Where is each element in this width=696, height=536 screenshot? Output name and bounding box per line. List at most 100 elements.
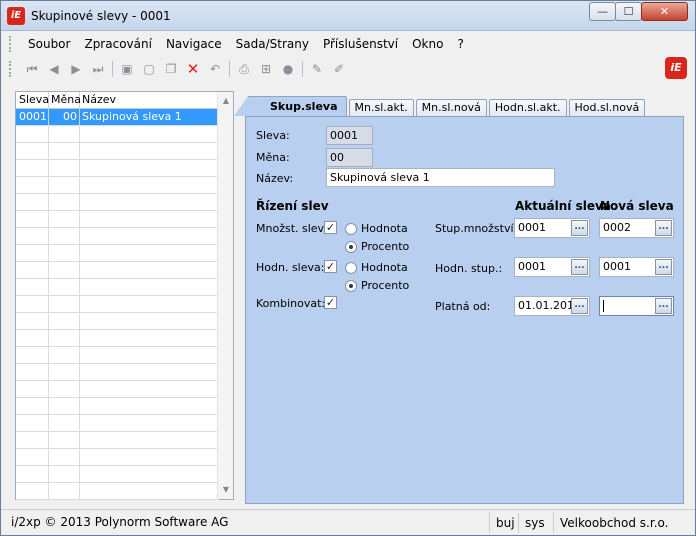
- platna-od-nova-picker-button[interactable]: ...: [655, 298, 672, 314]
- tab-bar: Skup.sleva Mn.sl.akt. Mn.sl.nová Hodn.sl…: [247, 96, 647, 116]
- mnozst-procento-radio[interactable]: [345, 241, 357, 253]
- toolbar-grip-icon[interactable]: [9, 61, 13, 77]
- empty-cell: [16, 330, 49, 346]
- empty-table-row: [16, 364, 219, 381]
- hodn-stup-akt-picker-button[interactable]: ...: [571, 259, 588, 275]
- empty-cell: [80, 177, 218, 193]
- menu-sada-strany[interactable]: Sada/Strany: [229, 34, 316, 54]
- empty-cell: [49, 160, 80, 176]
- sleva-label: Sleva:: [256, 129, 290, 142]
- menu-navigace[interactable]: Navigace: [159, 34, 229, 54]
- previous-record-icon[interactable]: ◀: [43, 59, 65, 79]
- empty-cell: [80, 143, 218, 159]
- nazev-field[interactable]: Skupinová sleva 1: [326, 168, 555, 187]
- new-icon[interactable]: ▢: [138, 59, 160, 79]
- table-row[interactable]: 0001 00 Skupinová sleva 1: [16, 109, 219, 126]
- menu-prislusenstvi[interactable]: Příslušenství: [316, 34, 405, 54]
- hodn-stup-nova-field[interactable]: 0001 ...: [599, 257, 674, 277]
- title-bar[interactable]: iE Skupinové slevy - 0001 — ☐ ✕: [1, 1, 695, 31]
- platna-od-akt-picker-button[interactable]: ...: [571, 298, 588, 314]
- menu-zpracovani[interactable]: Zpracování: [77, 34, 158, 54]
- mena-field[interactable]: 00: [326, 148, 373, 167]
- hodn-stup-akt-value: 0001: [518, 260, 546, 273]
- stup-mnozstvi-nova-picker-button[interactable]: ...: [655, 220, 672, 236]
- empty-cell: [49, 279, 80, 295]
- disabled-circle-icon[interactable]: ●: [277, 59, 299, 79]
- column-header-sleva[interactable]: Sleva: [16, 92, 49, 108]
- sleva-field[interactable]: 0001: [326, 126, 373, 145]
- stup-mnozstvi-akt-field[interactable]: 0001 ...: [514, 218, 590, 238]
- cell-sleva: 0001: [16, 109, 49, 125]
- empty-cell: [49, 228, 80, 244]
- scroll-down-icon[interactable]: ▼: [221, 485, 231, 495]
- save-icon[interactable]: ▣: [116, 59, 138, 79]
- empty-cell: [16, 313, 49, 329]
- empty-table-row: [16, 279, 219, 296]
- undo-icon[interactable]: ↶: [204, 59, 226, 79]
- first-record-icon[interactable]: ⏮: [21, 59, 43, 79]
- close-button[interactable]: ✕: [641, 2, 688, 21]
- menu-grip-icon[interactable]: [9, 36, 13, 52]
- next-record-icon[interactable]: ▶: [65, 59, 87, 79]
- empty-cell: [16, 279, 49, 295]
- edit-icon[interactable]: ✎: [306, 59, 328, 79]
- empty-cell: [16, 466, 49, 482]
- hodn-stup-nova-picker-button[interactable]: ...: [655, 259, 672, 275]
- empty-cell: [49, 330, 80, 346]
- empty-cell: [49, 415, 80, 431]
- kombinovat-checkbox[interactable]: ✓: [324, 296, 337, 309]
- column-header-nazev[interactable]: Název: [80, 92, 218, 108]
- empty-cell: [16, 262, 49, 278]
- tab-hodn-sl-akt[interactable]: Hodn.sl.akt.: [488, 99, 567, 116]
- empty-table-row: [16, 466, 219, 483]
- rizeni-slev-heading: Řízení slev: [256, 199, 329, 213]
- empty-cell: [16, 160, 49, 176]
- tab-mn-sl-nova[interactable]: Mn.sl.nová: [415, 99, 487, 116]
- vertical-scrollbar[interactable]: ▲ ▼: [217, 92, 233, 499]
- last-record-icon[interactable]: ⏭: [87, 59, 109, 79]
- eraser-icon[interactable]: ✐: [328, 59, 350, 79]
- empty-cell: [80, 432, 218, 448]
- hodn-stup-akt-field[interactable]: 0001 ...: [514, 257, 590, 277]
- tab-skup-sleva[interactable]: Skup.sleva: [247, 96, 347, 116]
- aktualni-sleva-heading: Aktuální sleva: [515, 199, 611, 213]
- mnozst-sleva-checkbox[interactable]: ✓: [324, 221, 337, 234]
- scroll-up-icon[interactable]: ▲: [221, 96, 231, 106]
- empty-cell: [80, 126, 218, 142]
- empty-cell: [49, 466, 80, 482]
- hodn-stup-label: Hodn. stup.:: [435, 262, 503, 275]
- empty-cell: [49, 381, 80, 397]
- menu-help[interactable]: ?: [450, 34, 470, 54]
- copy-icon[interactable]: ❐: [160, 59, 182, 79]
- mnozst-hodnota-label: Hodnota: [361, 222, 408, 235]
- platna-od-akt-field[interactable]: 01.01.2013 ...: [514, 296, 590, 316]
- mnozst-hodnota-radio[interactable]: [345, 223, 357, 235]
- empty-cell: [80, 279, 218, 295]
- tab-mn-sl-akt[interactable]: Mn.sl.akt.: [348, 99, 414, 116]
- stup-mnozstvi-nova-field[interactable]: 0002 ...: [599, 218, 674, 238]
- empty-cell: [80, 330, 218, 346]
- tab-hod-sl-nova[interactable]: Hod.sl.nová: [568, 99, 646, 116]
- hodn-procento-radio[interactable]: [345, 280, 357, 292]
- column-header-mena[interactable]: Měna: [49, 92, 81, 108]
- empty-cell: [80, 245, 218, 261]
- list-body: 0001 00 Skupinová sleva 1: [16, 109, 219, 500]
- maximize-button[interactable]: ☐: [615, 2, 642, 21]
- empty-cell: [49, 398, 80, 414]
- record-list[interactable]: Sleva Měna Název 0001 00 Skupinová sleva…: [15, 91, 234, 500]
- tree-icon[interactable]: ⊞: [255, 59, 277, 79]
- toolbar-separator: [112, 61, 113, 77]
- menu-soubor[interactable]: Soubor: [21, 34, 77, 54]
- window-title: Skupinové slevy - 0001: [31, 9, 171, 23]
- delete-icon[interactable]: ✕: [182, 59, 204, 79]
- empty-table-row: [16, 126, 219, 143]
- platna-od-nova-field[interactable]: ...: [599, 296, 674, 316]
- empty-cell: [49, 177, 80, 193]
- empty-cell: [16, 381, 49, 397]
- stup-mnozstvi-akt-picker-button[interactable]: ...: [571, 220, 588, 236]
- hodn-hodnota-radio[interactable]: [345, 262, 357, 274]
- hodn-sleva-checkbox[interactable]: ✓: [324, 260, 337, 273]
- menu-okno[interactable]: Okno: [405, 34, 450, 54]
- minimize-button[interactable]: —: [589, 2, 616, 21]
- print-icon[interactable]: ⎙: [233, 59, 255, 79]
